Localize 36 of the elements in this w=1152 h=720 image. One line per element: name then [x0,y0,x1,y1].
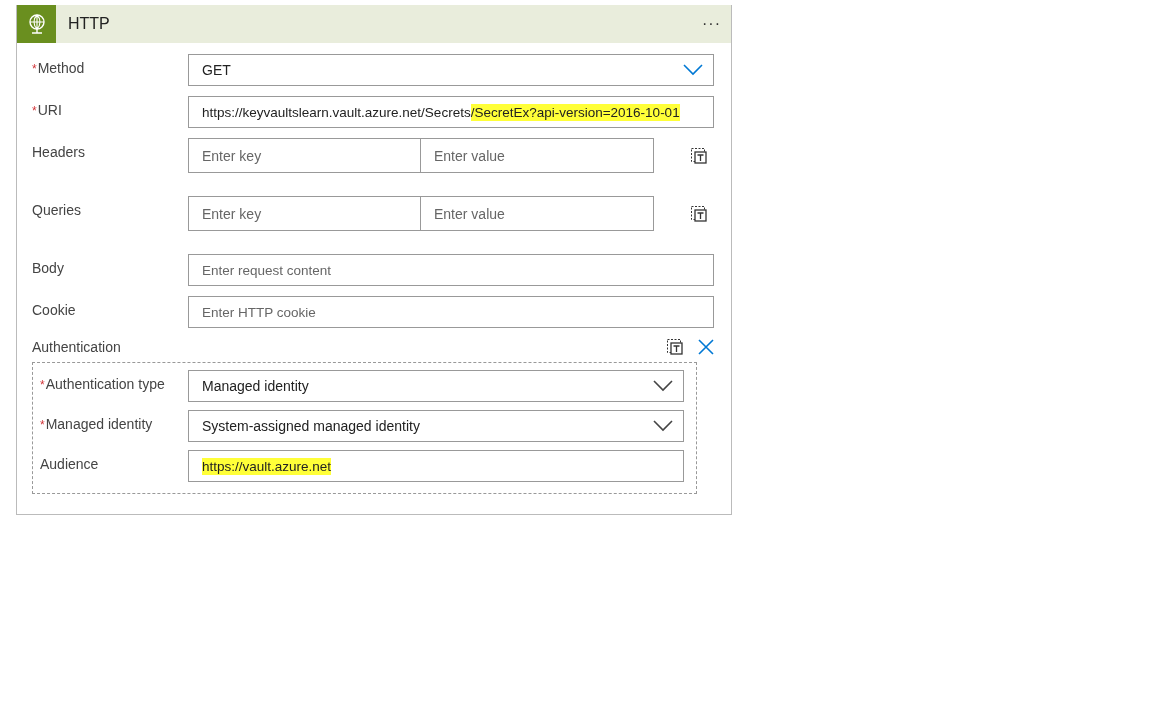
field-label: Method [37,60,85,76]
required-mark: * [40,378,45,392]
chevron-down-icon[interactable] [683,64,703,76]
dropdown[interactable]: System-assigned managed identity [188,410,684,442]
input-field[interactable]: https://vault.azure.net [188,450,684,482]
input-field[interactable]: Enter key [188,138,421,173]
input-field[interactable]: Enter key [188,196,421,231]
text-mode-icon[interactable] [690,146,708,165]
more-button[interactable]: ··· [694,15,729,33]
field-label: Cookie [32,301,77,318]
text-mode-icon[interactable] [690,204,708,223]
input-field[interactable]: Enter request content [188,254,714,286]
text-mode-icon[interactable] [666,338,684,356]
globe-icon[interactable] [17,5,56,43]
field-label: Queries [32,201,83,218]
field-label: Audience [40,455,100,472]
required-mark: * [40,418,45,432]
input-text: https://keyvaultslearn.vault.azure.net/Secrets [202,104,471,120]
field-label: Managed identity [45,416,153,432]
close-icon[interactable] [698,339,714,355]
dropdown[interactable]: Managed identity [188,370,684,402]
dropdown[interactable]: GET [188,54,714,86]
card-title: HTTP [68,15,111,33]
field-label: URI [37,102,62,118]
input-field[interactable]: Enter HTTP cookie [188,296,714,328]
required-mark: * [32,62,37,76]
input-field[interactable]: Enter value [421,196,654,231]
input-field[interactable]: Enter value [421,138,654,173]
field-label: Authentication type [45,376,165,392]
input-text: https://vault.azure.net [202,457,332,475]
chevron-down-icon[interactable] [653,380,673,392]
section-label: Authentication [32,339,122,355]
chevron-down-icon[interactable] [653,420,673,432]
required-mark: * [32,104,37,118]
field-label: Body [32,259,65,276]
field-label: Headers [32,143,86,160]
